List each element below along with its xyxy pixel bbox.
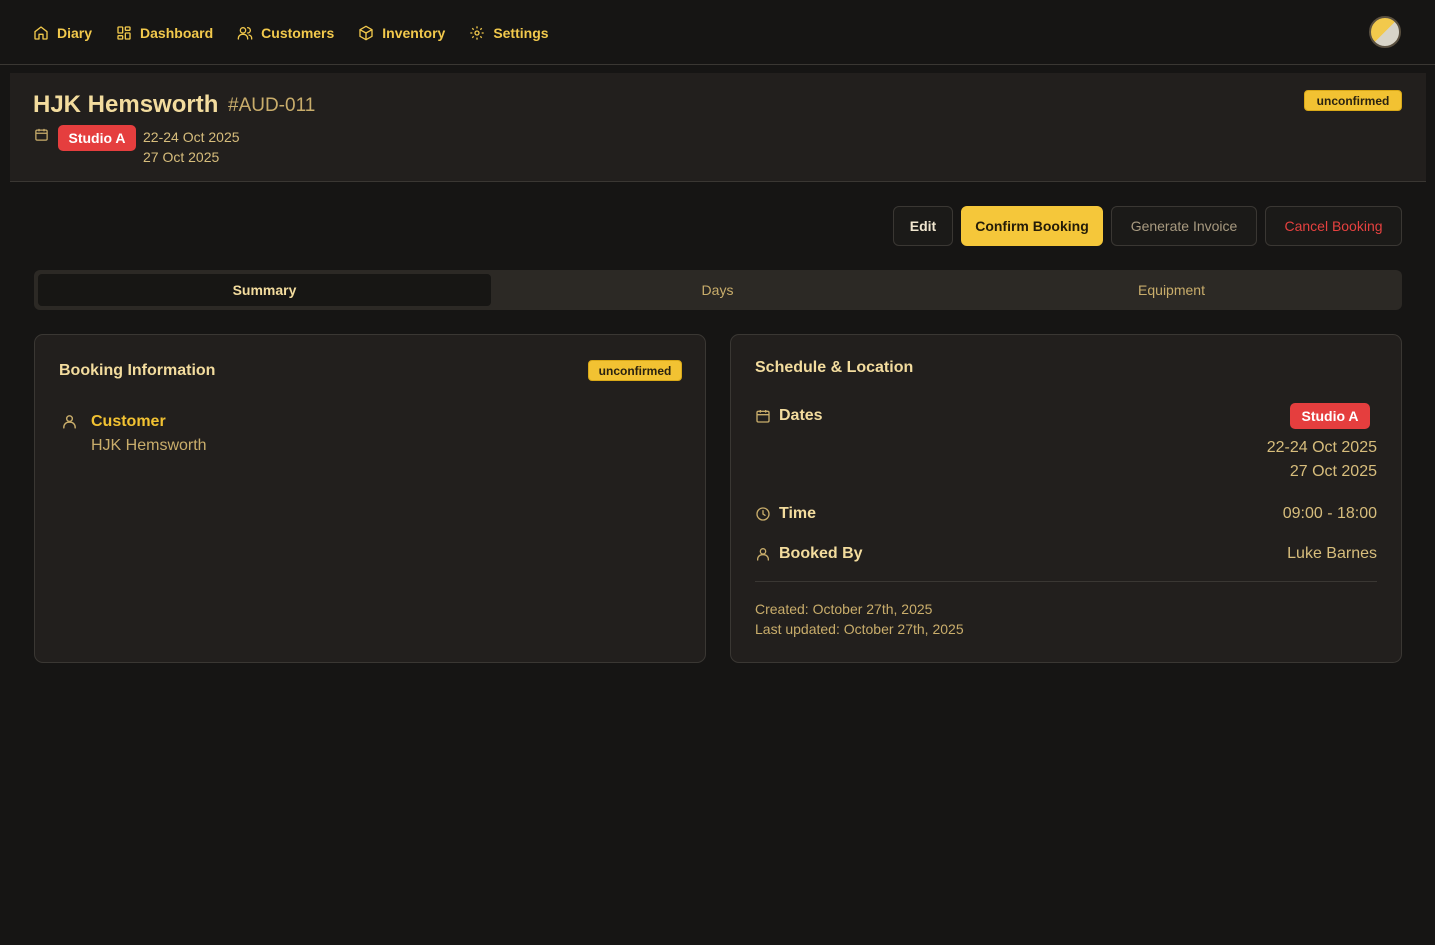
nav-label-customers: Customers (261, 25, 335, 41)
booked-by-label: Booked By (779, 545, 863, 562)
dashboard-icon (117, 26, 131, 40)
clock-icon (756, 507, 770, 521)
users-icon (237, 27, 253, 40)
schedule-dates: 22-24 Oct 2025 27 Oct 2025 (1267, 436, 1377, 484)
date-line: 22-24 Oct 2025 (1266, 439, 1377, 456)
date-line: 27 Oct 2025 (1289, 463, 1377, 480)
schedule-location-card: Schedule & Location Dates Studio A 22-24… (730, 334, 1402, 663)
tab-equipment[interactable]: Equipment (945, 274, 1398, 306)
tab-days[interactable]: Days (491, 274, 944, 306)
date-line: 22-24 Oct 2025 (143, 129, 240, 145)
status-badge: unconfirmed (588, 360, 682, 381)
customer-name[interactable]: HJK Hemsworth (91, 437, 207, 455)
tab-summary[interactable]: Summary (38, 274, 491, 306)
avatar[interactable] (1369, 16, 1401, 48)
edit-button[interactable]: Edit (893, 206, 953, 246)
nav-label-diary: Diary (57, 25, 93, 41)
card-title: Booking Information (59, 362, 216, 379)
gear-icon (470, 26, 484, 40)
nav-item-inventory[interactable]: Inventory (358, 22, 445, 44)
user-icon (757, 548, 769, 561)
customer-label: Customer (91, 413, 166, 430)
calendar-icon (35, 128, 48, 141)
box-icon (359, 25, 373, 41)
nav-item-customers[interactable]: Customers (237, 22, 334, 44)
page-title: HJK Hemsworth (33, 91, 219, 118)
booked-by-value: Luke Barnes (1287, 545, 1377, 562)
nav-menu: Diary Dashboard Customers Inventory Sett… (33, 22, 573, 44)
user-icon (63, 415, 76, 429)
booking-reference: #AUD-011 (228, 95, 316, 116)
booking-information-card: Booking Information unconfirmed Customer… (34, 334, 706, 663)
nav-item-diary[interactable]: Diary (33, 22, 92, 44)
generate-invoice-button[interactable]: Generate Invoice (1111, 206, 1257, 246)
nav-label-inventory: Inventory (382, 25, 446, 41)
date-line: 27 Oct 2025 (143, 149, 220, 165)
time-label: Time (779, 505, 817, 522)
status-badge: unconfirmed (1304, 90, 1402, 111)
studio-badge: Studio A (58, 125, 136, 151)
divider (755, 581, 1377, 582)
tab-bar: Summary Days Equipment (34, 270, 1402, 310)
created-timestamp: Created: October 27th, 2025 (755, 601, 933, 617)
nav-item-dashboard[interactable]: Dashboard (116, 22, 213, 44)
card-title: Schedule & Location (755, 359, 914, 376)
home-icon (34, 26, 48, 40)
nav-label-dashboard: Dashboard (140, 25, 214, 41)
nav-label-settings: Settings (493, 25, 549, 41)
dates-label: Dates (779, 407, 823, 424)
booking-header: HJK Hemsworth #AUD-011 Studio A 22-24 Oc… (10, 73, 1426, 182)
updated-timestamp: Last updated: October 27th, 2025 (755, 621, 964, 637)
cancel-booking-button[interactable]: Cancel Booking (1265, 206, 1402, 246)
calendar-icon (756, 410, 770, 423)
booking-dates: 22-24 Oct 2025 27 Oct 2025 (143, 127, 240, 167)
time-value: 09:00 - 18:00 (1282, 505, 1377, 522)
nav-item-settings[interactable]: Settings (469, 22, 549, 44)
studio-badge: Studio A (1290, 403, 1370, 429)
top-navigation: Diary Dashboard Customers Inventory Sett… (0, 0, 1435, 65)
confirm-booking-button[interactable]: Confirm Booking (961, 206, 1103, 246)
